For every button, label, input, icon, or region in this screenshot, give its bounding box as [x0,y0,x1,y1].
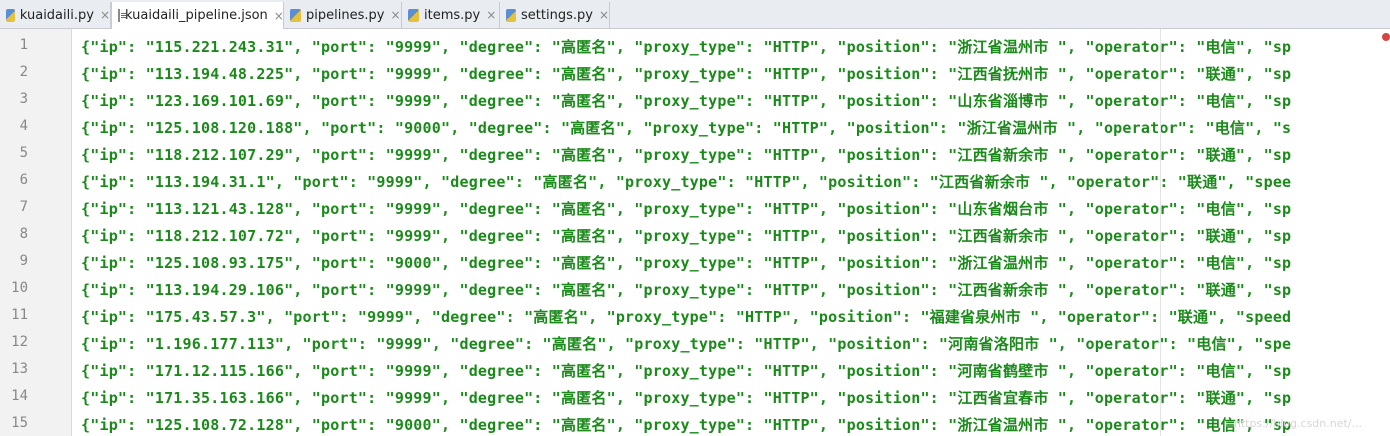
line-number: 2 [19,64,28,80]
line-number: 1 [19,37,28,53]
line-number: 11 [11,307,28,323]
line-number: 14 [11,388,28,404]
code-editor[interactable]: {"ip": "115.221.243.31", "port": "9999",… [72,29,1390,436]
line-number: 12 [11,334,28,350]
tab-label: pipelines.py [306,7,385,23]
tab-settings-py[interactable]: settings.py × [500,2,610,28]
tab-kuaidaili-py[interactable]: kuaidaili.py × [0,2,111,28]
line-number: 5 [19,145,28,161]
code-line[interactable]: {"ip": "123.169.101.69", "port": "9999",… [81,90,1291,111]
close-icon[interactable]: × [486,8,496,22]
json-file-icon [118,9,126,22]
line-number: 6 [19,172,28,188]
close-icon[interactable]: × [274,9,284,23]
python-file-icon [408,8,419,22]
line-number: 4 [19,118,28,134]
code-line[interactable]: {"ip": "113.194.29.106", "port": "9999",… [81,279,1291,300]
code-line[interactable]: {"ip": "1.196.177.113", "port": "9999", … [81,333,1291,354]
line-number: 8 [19,226,28,242]
editor-tab-bar: kuaidaili.py × kuaidaili_pipeline.json ×… [0,0,1390,29]
line-number: 9 [19,253,28,269]
error-indicator-icon[interactable] [1382,33,1390,41]
right-margin-guide [1160,29,1161,436]
code-line[interactable]: {"ip": "113.194.48.225", "port": "9999",… [81,63,1291,84]
line-number: 15 [11,415,28,431]
tab-items-py[interactable]: items.py × [402,2,500,28]
tab-label: kuaidaili_pipeline.json [125,8,268,23]
close-icon[interactable]: × [100,8,110,22]
code-line[interactable]: {"ip": "113.194.31.1", "port": "9999", "… [81,171,1291,192]
tab-label: items.py [424,7,481,23]
code-line[interactable]: {"ip": "113.121.43.128", "port": "9999",… [81,198,1291,219]
tab-label: settings.py [521,7,593,23]
code-line[interactable]: {"ip": "175.43.57.3", "port": "9999", "d… [81,306,1291,327]
line-number-gutter[interactable]: 1 2 3 4 5 6 7 8 9 10 11 12 13 14 15 [0,29,72,436]
code-line[interactable]: {"ip": "171.35.163.166", "port": "9999",… [81,387,1291,408]
line-number: 7 [19,199,28,215]
code-line[interactable]: {"ip": "125.108.120.188", "port": "9000"… [81,117,1291,138]
tab-label: kuaidaili.py [19,7,94,23]
close-icon[interactable]: × [599,8,609,22]
code-line[interactable]: {"ip": "115.221.243.31", "port": "9999",… [81,36,1291,57]
code-line[interactable]: {"ip": "118.212.107.72", "port": "9999",… [81,225,1291,246]
tab-kuaidaili-pipeline-json[interactable]: kuaidaili_pipeline.json × [111,2,284,29]
line-number: 10 [11,280,28,296]
code-line[interactable]: {"ip": "118.212.107.29", "port": "9999",… [81,144,1291,165]
tab-pipelines-py[interactable]: pipelines.py × [284,2,402,28]
code-line[interactable]: {"ip": "125.108.93.175", "port": "9000",… [81,252,1291,273]
code-line[interactable]: {"ip": "171.12.115.166", "port": "9999",… [81,360,1291,381]
watermark: https://blog.csdn.net/... [1233,417,1362,430]
python-file-icon [6,8,15,22]
line-number: 3 [19,91,28,107]
code-line[interactable]: {"ip": "125.108.72.128", "port": "9000",… [81,414,1291,435]
python-file-icon [290,8,301,22]
close-icon[interactable]: × [390,8,400,22]
line-number: 13 [11,361,28,377]
python-file-icon [506,8,517,22]
